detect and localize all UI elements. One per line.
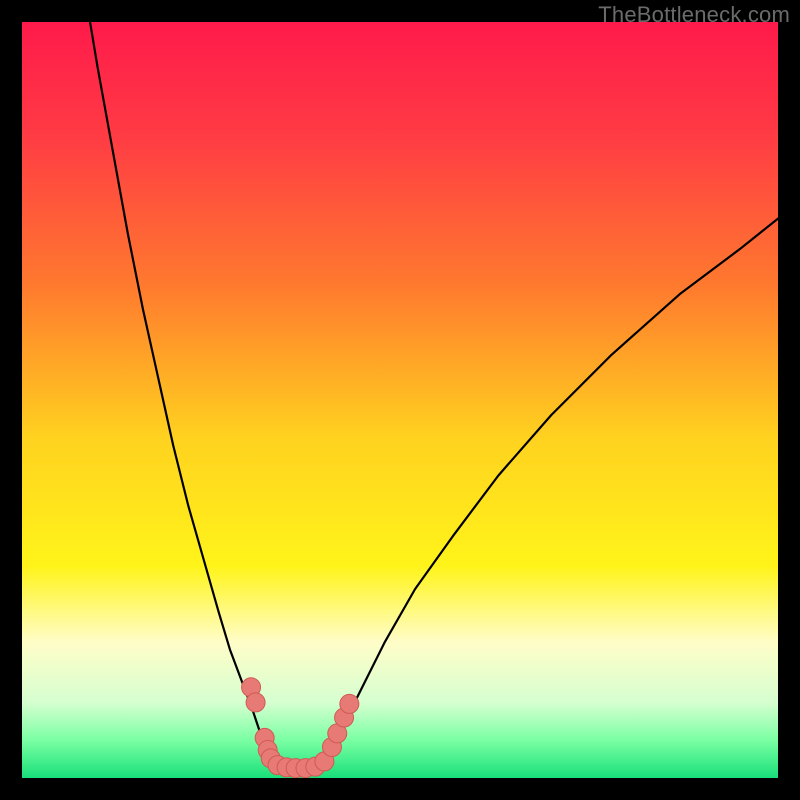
marker-point <box>340 694 359 713</box>
chart-frame: TheBottleneck.com <box>0 0 800 800</box>
marker-point <box>246 693 265 712</box>
watermark-text: TheBottleneck.com <box>598 2 790 28</box>
chart-svg <box>22 22 778 778</box>
gradient-background <box>22 22 778 778</box>
plot-area <box>22 22 778 778</box>
